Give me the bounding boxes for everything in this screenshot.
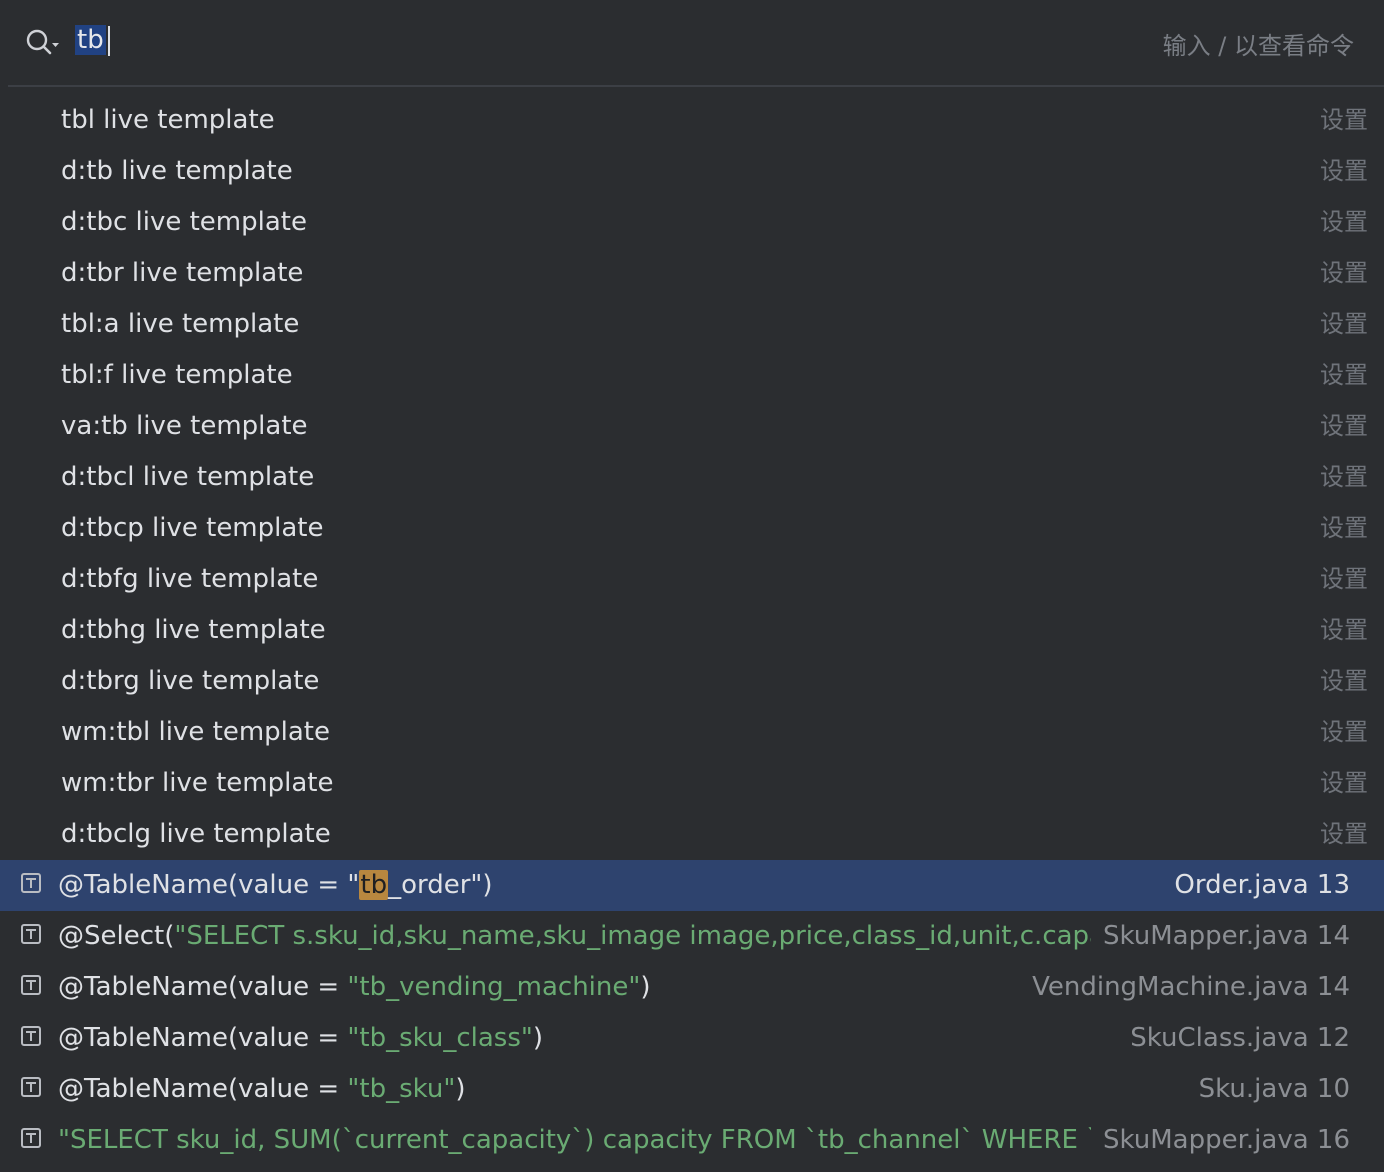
settings-link[interactable]: 设置 [1320, 95, 1368, 146]
list-item[interactable]: tbl live template 设置 [0, 95, 1384, 146]
settings-link[interactable]: 设置 [1320, 809, 1368, 860]
list-item[interactable]: tbl:a live template 设置 [0, 299, 1384, 350]
code-result-row[interactable]: @TableName(value = "tb_sku") Sku.java 10 [0, 1064, 1384, 1115]
file-location: Sku.java 10 [1186, 1064, 1350, 1115]
list-item[interactable]: tbl:f live template 设置 [0, 350, 1384, 401]
list-item[interactable]: wm:tbl live template 设置 [0, 707, 1384, 758]
text-icon [21, 1128, 41, 1148]
list-item[interactable]: wm:tbr live template 设置 [0, 758, 1384, 809]
code-snippet: "SELECT sku_id, SUM(`current_capacity`) … [58, 1125, 1102, 1155]
code-snippet: @Select("SELECT s.sku_id,sku_name,sku_im… [58, 921, 1102, 951]
settings-link[interactable]: 设置 [1320, 656, 1368, 707]
code-snippet: @TableName(value = "tb_order") [58, 870, 493, 900]
settings-link[interactable]: 设置 [1320, 401, 1368, 452]
settings-link[interactable]: 设置 [1320, 707, 1368, 758]
settings-link[interactable]: 设置 [1320, 758, 1368, 809]
code-snippet: @TableName(value = "tb_vending_machine") [58, 972, 651, 1002]
settings-link[interactable]: 设置 [1320, 350, 1368, 401]
settings-link[interactable]: 设置 [1320, 503, 1368, 554]
list-item[interactable]: d:tbclg live template 设置 [0, 809, 1384, 860]
text-icon [21, 924, 41, 944]
list-item-label: d:tbclg live template [61, 819, 331, 849]
match-highlight: tb [359, 870, 389, 900]
list-item-label: d:tbhg live template [61, 615, 326, 645]
search-input[interactable]: tb [75, 22, 110, 58]
list-item-label: d:tb live template [61, 156, 293, 186]
list-item[interactable]: d:tbcp live template 设置 [0, 503, 1384, 554]
template-list: tbl live template 设置 d:tb live template 设置… [0, 95, 1384, 860]
list-item[interactable]: d:tb live template 设置 [0, 146, 1384, 197]
code-result-row[interactable]: @TableName(value = "tb_vending_machine")… [0, 962, 1384, 1013]
list-item[interactable]: d:tbcl live template 设置 [0, 452, 1384, 503]
file-location: SkuMapper.java 14 [1091, 911, 1350, 962]
search-query-text: tb [75, 25, 106, 55]
list-item[interactable]: d:tbc live template 设置 [0, 197, 1384, 248]
list-item[interactable]: d:tbfg live template 设置 [0, 554, 1384, 605]
code-result-row[interactable]: @TableName(value = "tb_order") Order.jav… [0, 860, 1384, 911]
search-icon[interactable] [24, 26, 64, 60]
file-location: Order.java 13 [1162, 860, 1350, 911]
list-item-label: tbl:f live template [61, 360, 293, 390]
search-hint: 输入 / 以查看命令 [1162, 32, 1354, 60]
list-item[interactable]: va:tb live template 设置 [0, 401, 1384, 452]
text-icon [21, 975, 41, 995]
list-item-label: d:tbfg live template [61, 564, 319, 594]
text-icon [21, 873, 41, 893]
settings-link[interactable]: 设置 [1320, 605, 1368, 656]
list-item-label: wm:tbr live template [61, 768, 334, 798]
settings-link[interactable]: 设置 [1320, 299, 1368, 350]
list-item[interactable]: d:tbrg live template 设置 [0, 656, 1384, 707]
list-item[interactable]: d:tbr live template 设置 [0, 248, 1384, 299]
list-item-label: d:tbcl live template [61, 462, 315, 492]
settings-link[interactable]: 设置 [1320, 146, 1368, 197]
list-item-label: va:tb live template [61, 411, 308, 441]
list-item-label: d:tbc live template [61, 207, 307, 237]
list-item-label: d:tbr live template [61, 258, 304, 288]
file-location: SkuClass.java 12 [1118, 1013, 1350, 1064]
code-result-row[interactable]: @TableName(value = "tb_sku_class") SkuCl… [0, 1013, 1384, 1064]
settings-link[interactable]: 设置 [1320, 197, 1368, 248]
text-caret [107, 25, 110, 56]
settings-link[interactable]: 设置 [1320, 248, 1368, 299]
settings-link[interactable]: 设置 [1320, 452, 1368, 503]
list-item-label: tbl live template [61, 105, 275, 135]
divider [8, 85, 1384, 87]
list-item[interactable]: d:tbhg live template 设置 [0, 605, 1384, 656]
code-result-list: @TableName(value = "tb_order") Order.jav… [0, 860, 1384, 1166]
settings-link[interactable]: 设置 [1320, 554, 1368, 605]
file-location: SkuMapper.java 16 [1091, 1115, 1350, 1166]
search-bar[interactable]: tb 输入 / 以查看命令 [0, 0, 1384, 86]
code-snippet: @TableName(value = "tb_sku") [58, 1074, 466, 1104]
code-snippet: @TableName(value = "tb_sku_class") [58, 1023, 544, 1053]
text-icon [21, 1026, 41, 1046]
text-icon [21, 1077, 41, 1097]
code-result-row[interactable]: @Select("SELECT s.sku_id,sku_name,sku_im… [0, 911, 1384, 962]
list-item-label: d:tbcp live template [61, 513, 324, 543]
code-result-row[interactable]: "SELECT sku_id, SUM(`current_capacity`) … [0, 1115, 1384, 1166]
list-item-label: tbl:a live template [61, 309, 300, 339]
file-location: VendingMachine.java 14 [1020, 962, 1350, 1013]
list-item-label: d:tbrg live template [61, 666, 320, 696]
list-item-label: wm:tbl live template [61, 717, 331, 747]
